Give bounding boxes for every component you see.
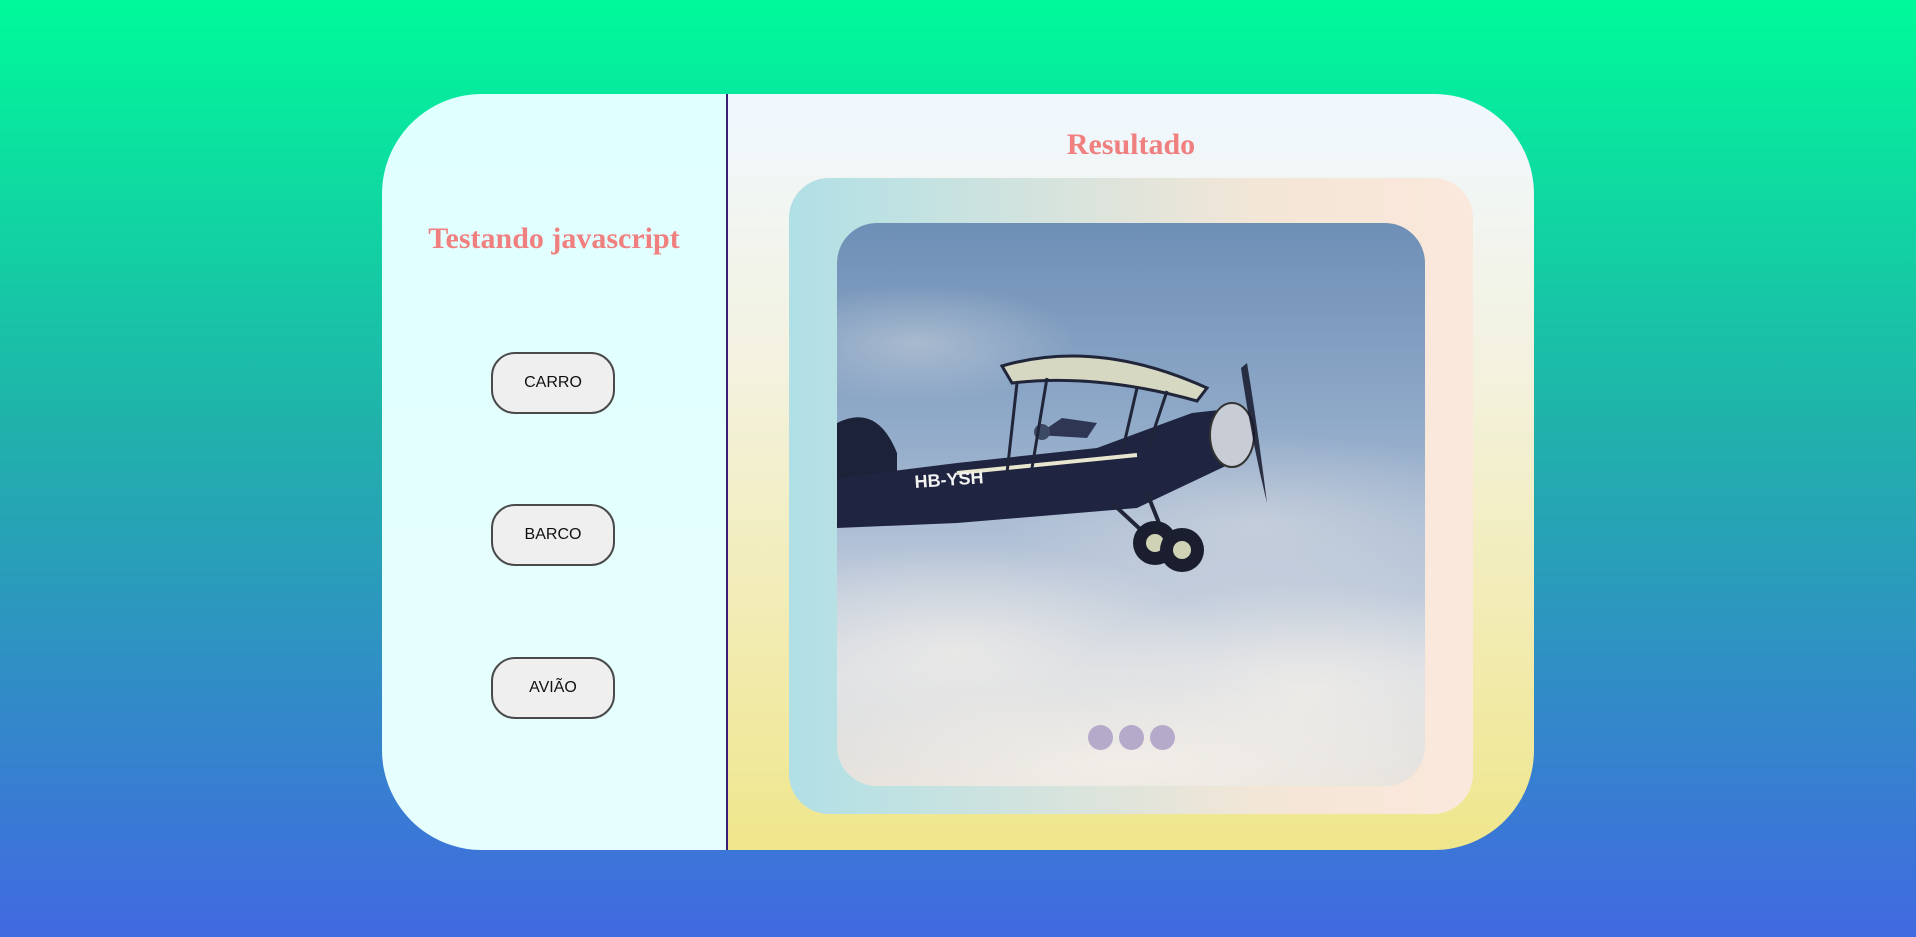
result-title: Resultado	[1066, 128, 1196, 161]
slider-dot-2[interactable]	[1118, 725, 1144, 750]
page-title: Testando javascript	[428, 222, 680, 255]
slider-dots	[837, 725, 1425, 750]
slider-dot-3[interactable]	[1149, 725, 1175, 750]
main-card: Testando javascript CARRO BARCO AVIÃO Re…	[382, 94, 1534, 850]
carro-button[interactable]: CARRO	[491, 352, 615, 414]
slide-image: HB-YSH	[837, 223, 1425, 786]
result-frame: HB-YSH	[789, 178, 1473, 814]
slider-dot-1[interactable]	[1087, 725, 1113, 750]
barco-button[interactable]: BARCO	[491, 504, 615, 566]
biplane-image: HB-YSH	[837, 283, 1425, 786]
aviao-button[interactable]: AVIÃO	[491, 657, 615, 719]
right-panel: Resultado HB-YSH	[728, 94, 1534, 850]
left-panel: Testando javascript CARRO BARCO AVIÃO	[382, 94, 728, 850]
